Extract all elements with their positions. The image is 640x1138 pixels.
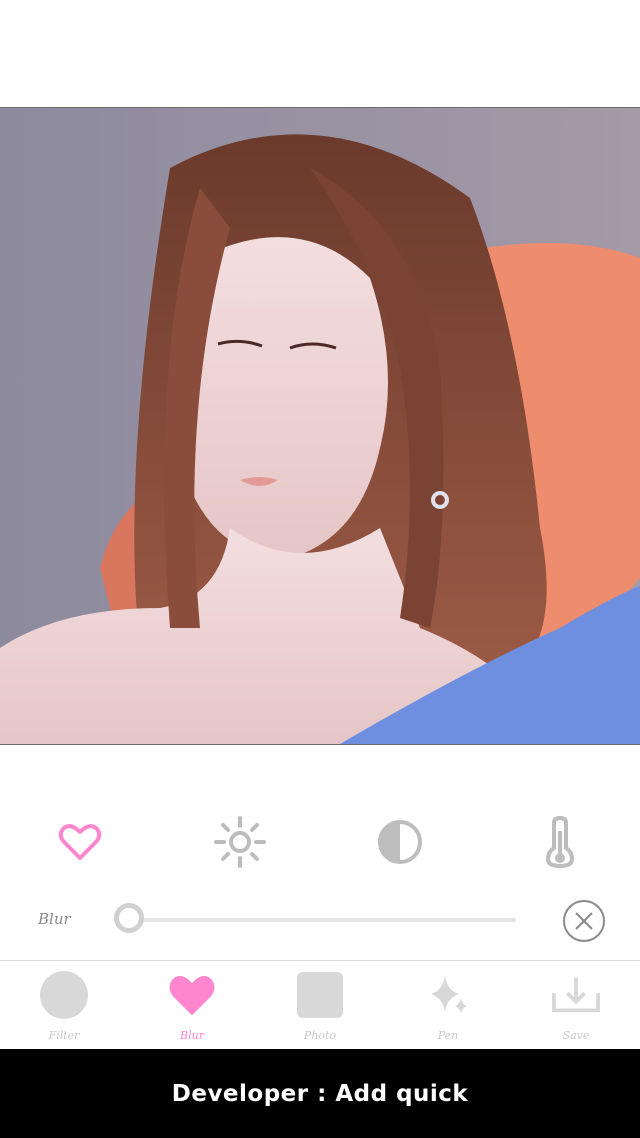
heart-outline-icon bbox=[58, 824, 102, 860]
tab-label: Save bbox=[562, 1029, 590, 1042]
thermometer-icon bbox=[545, 815, 575, 869]
tab-label: Blur bbox=[180, 1029, 204, 1042]
heart-adjust-button[interactable] bbox=[50, 812, 110, 872]
tab-pen[interactable]: Pen bbox=[384, 961, 512, 1049]
sparkle-icon bbox=[424, 971, 472, 1019]
tab-photo[interactable]: Photo bbox=[256, 961, 384, 1049]
square-icon bbox=[296, 971, 344, 1019]
photo-image bbox=[0, 108, 640, 744]
blur-slider-knob[interactable] bbox=[114, 903, 144, 933]
contrast-icon bbox=[378, 820, 422, 864]
brightness-icon bbox=[214, 816, 266, 868]
blur-slider-row: Blur bbox=[0, 890, 640, 950]
circle-icon bbox=[40, 971, 88, 1019]
close-button[interactable] bbox=[563, 900, 605, 942]
banner-text: Developer : Add quick bbox=[171, 1080, 469, 1107]
tab-filter[interactable]: Filter bbox=[0, 961, 128, 1049]
tab-blur[interactable]: Blur bbox=[128, 961, 256, 1049]
developer-banner[interactable]: Developer : Add quick bbox=[0, 1049, 640, 1138]
photo-canvas[interactable] bbox=[0, 107, 640, 745]
close-icon bbox=[575, 912, 593, 930]
blur-slider-track[interactable] bbox=[130, 918, 516, 922]
slider-label: Blur bbox=[38, 910, 71, 928]
tab-label: Photo bbox=[303, 1029, 337, 1042]
tab-label: Filter bbox=[48, 1029, 80, 1042]
temperature-button[interactable] bbox=[530, 812, 590, 872]
adjustment-tools bbox=[0, 812, 640, 872]
heart-icon bbox=[168, 971, 216, 1019]
contrast-button[interactable] bbox=[370, 812, 430, 872]
brightness-button[interactable] bbox=[210, 812, 270, 872]
tab-label: Pen bbox=[437, 1029, 459, 1042]
download-icon bbox=[552, 971, 600, 1019]
bottom-tab-bar: Filter Blur Photo Pen Save bbox=[0, 960, 640, 1049]
tab-save[interactable]: Save bbox=[512, 961, 640, 1049]
